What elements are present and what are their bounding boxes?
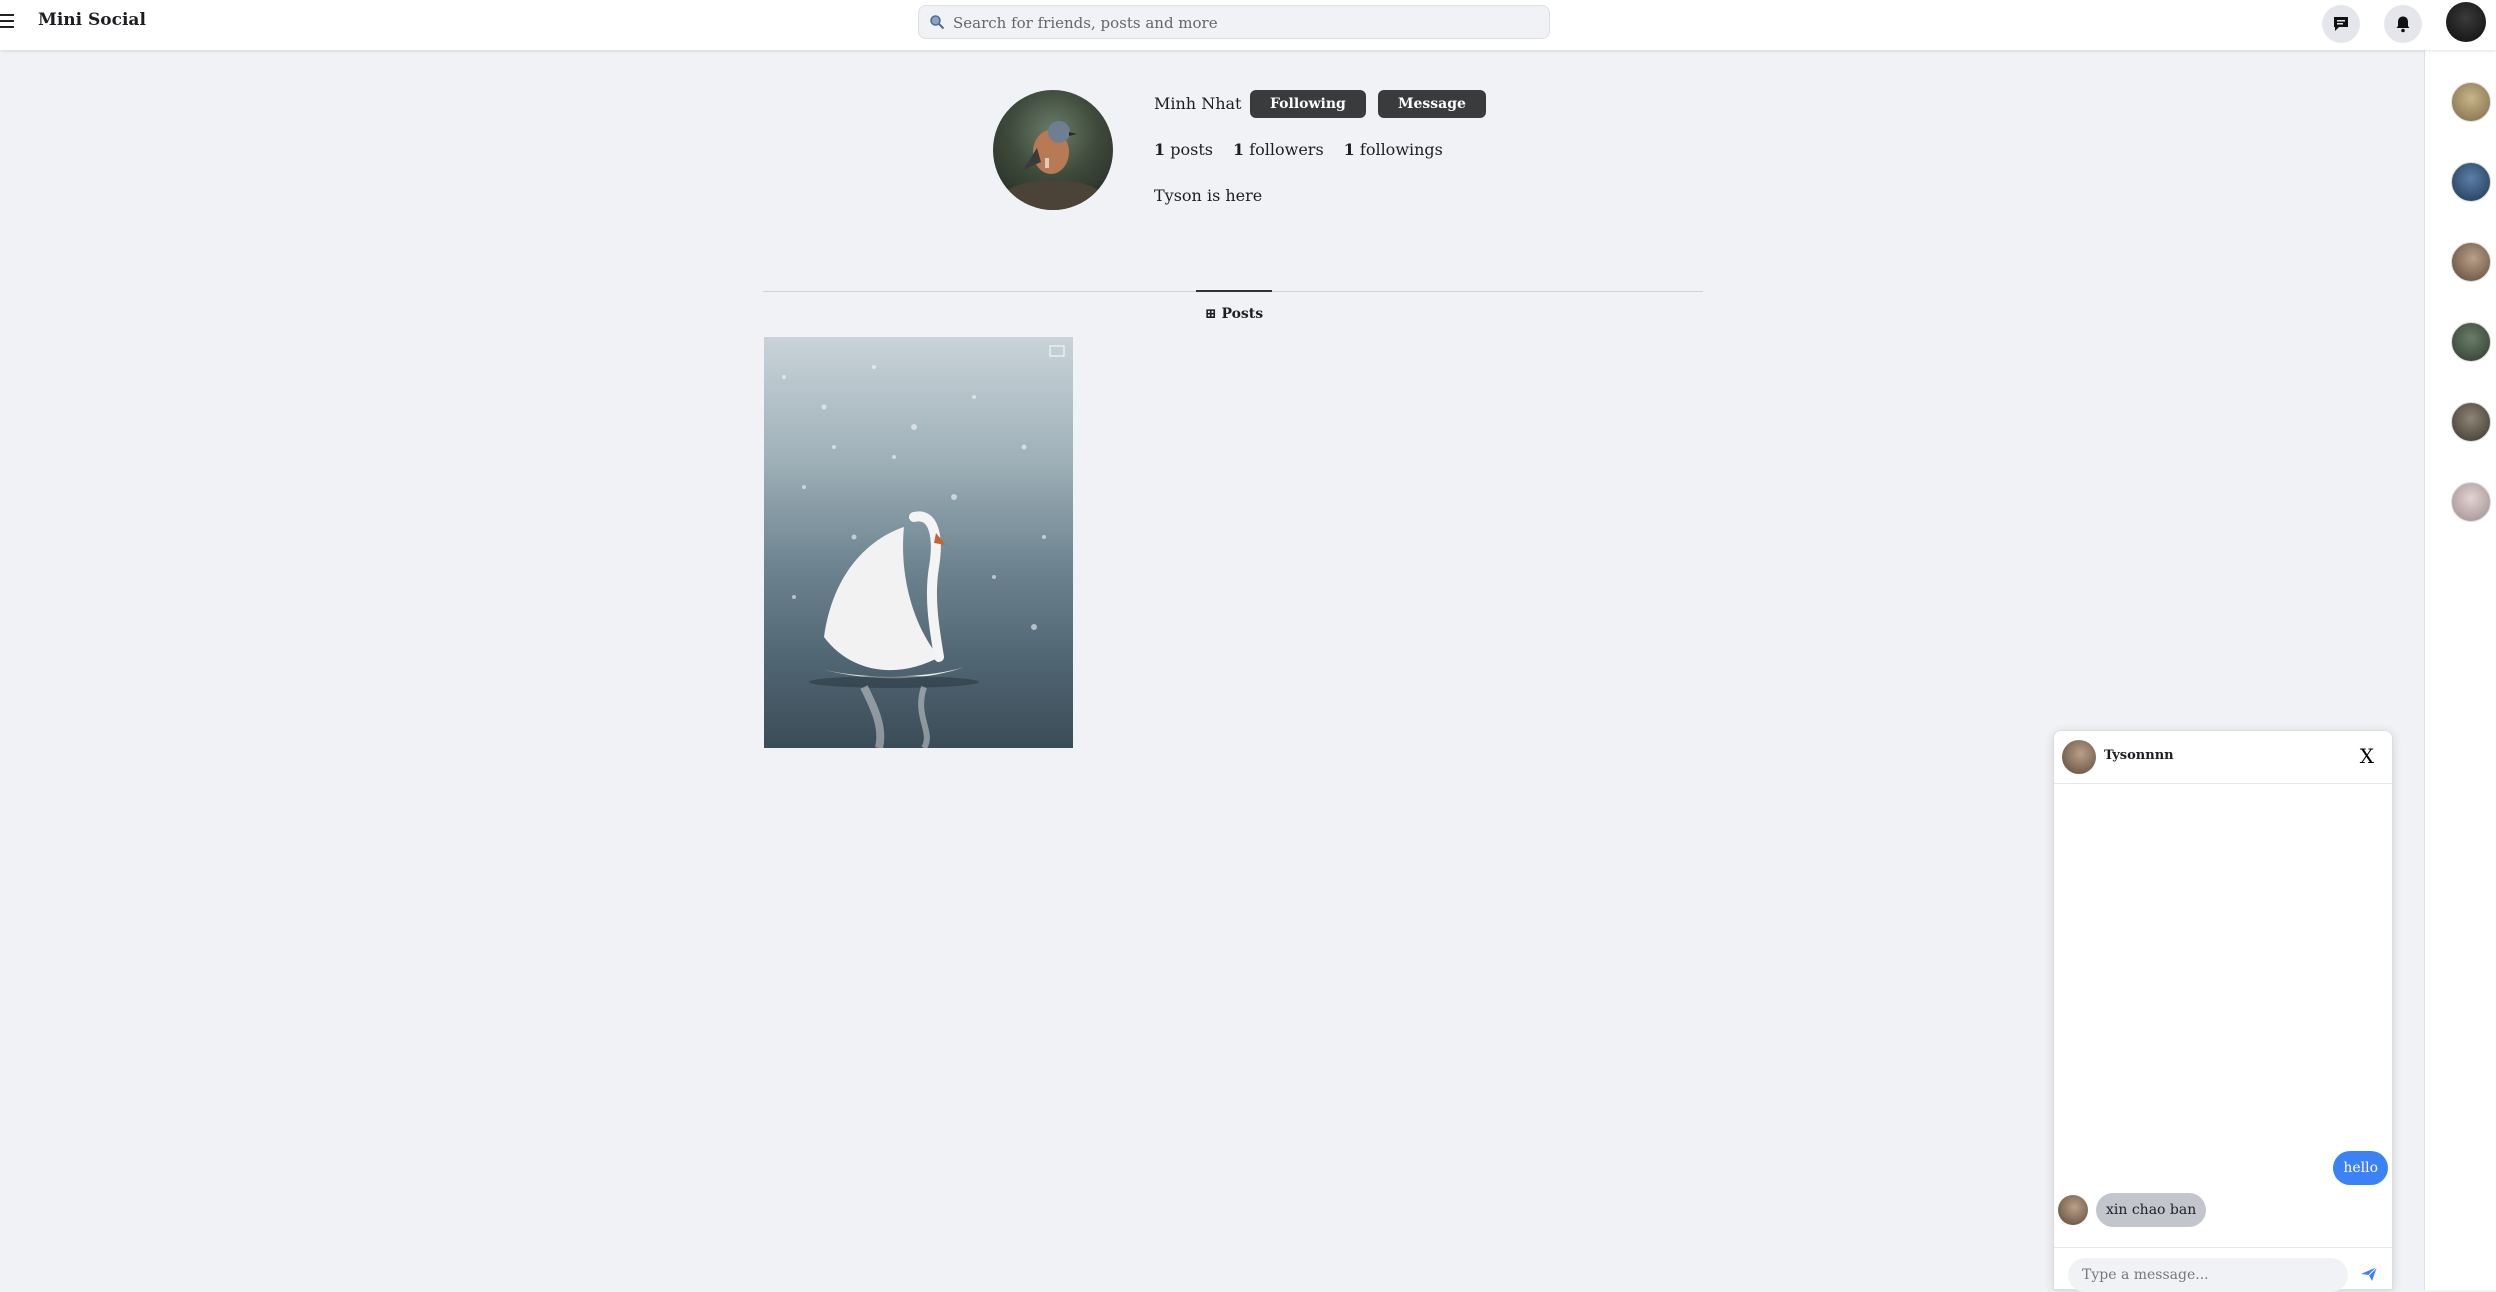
profile-stats: 1 posts 1 followers 1 followings <box>1154 140 1443 159</box>
chat-contact-name[interactable]: Tysonnnn <box>2104 748 2174 763</box>
message-received: xin chao ban <box>2096 1193 2207 1227</box>
search-input[interactable] <box>951 6 1545 40</box>
profile-bio: Tyson is here <box>1154 186 1263 205</box>
tab-posts-label: Posts <box>1221 306 1264 322</box>
send-icon[interactable] <box>2360 1266 2378 1282</box>
account-avatar[interactable] <box>2446 2 2486 42</box>
posts-stat: 1 posts <box>1154 140 1213 159</box>
contact-avatar[interactable] <box>2451 242 2491 282</box>
profile-name: Minh Nhat <box>1154 94 1242 113</box>
followers-stat[interactable]: 1 followers <box>1233 140 1324 159</box>
search-bar[interactable] <box>918 5 1550 40</box>
search-icon <box>930 15 945 30</box>
menu-icon[interactable] <box>0 10 14 28</box>
chat-contact-avatar[interactable] <box>2062 740 2096 774</box>
contacts-sidebar <box>2424 50 2496 1290</box>
bell-icon <box>2396 16 2410 33</box>
profile-avatar <box>993 90 1113 210</box>
messenger-button[interactable] <box>2322 5 2360 43</box>
notifications-button[interactable] <box>2384 5 2422 43</box>
contact-avatar[interactable] <box>2451 482 2491 522</box>
close-chat-button[interactable]: X <box>2354 743 2380 769</box>
multiple-images-icon <box>1049 345 1065 357</box>
contact-avatar[interactable] <box>2451 82 2491 122</box>
chat-icon <box>2334 17 2348 31</box>
message-sender-avatar <box>2058 1195 2088 1225</box>
grid-icon: ⊞ <box>1204 306 1217 322</box>
chat-footer <box>2054 1247 2392 1292</box>
tab-posts[interactable]: ⊞ Posts <box>1196 290 1272 330</box>
message-sent: hello <box>2333 1151 2388 1185</box>
chat-header: Tysonnnn X <box>2054 731 2392 784</box>
contact-avatar[interactable] <box>2451 402 2491 442</box>
post-thumbnail[interactable] <box>764 337 1073 748</box>
contact-avatar[interactable] <box>2451 162 2491 202</box>
top-navbar: Mini Social <box>0 0 2496 50</box>
app-brand[interactable]: Mini Social <box>38 10 146 30</box>
followings-stat[interactable]: 1 followings <box>1344 140 1443 159</box>
swan-photo <box>782 365 1046 748</box>
message-button[interactable]: Message <box>1378 90 1486 118</box>
bird-photo <box>1003 121 1103 210</box>
message-input[interactable] <box>2068 1258 2348 1292</box>
contact-avatar[interactable] <box>2451 322 2491 362</box>
following-button[interactable]: Following <box>1250 90 1366 118</box>
chat-window: Tysonnnn X hello xin chao ban <box>2053 730 2393 1292</box>
